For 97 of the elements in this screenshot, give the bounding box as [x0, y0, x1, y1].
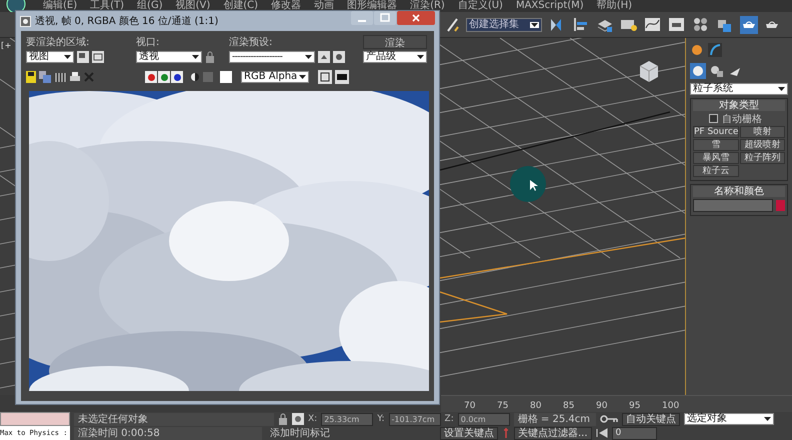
sphere-icon[interactable] — [690, 43, 704, 57]
material-editor-icon[interactable] — [692, 16, 710, 34]
transform-mode-icon[interactable] — [292, 413, 304, 425]
edit-region-icon[interactable] — [77, 51, 89, 63]
menu-item[interactable]: 修改器 — [271, 0, 302, 12]
listener-field[interactable] — [0, 412, 70, 426]
menu-item[interactable]: 视图(V) — [176, 0, 210, 12]
caret-icon — [417, 55, 424, 59]
grid-size-text: 栅格 = 25.4cm — [514, 412, 596, 426]
caret-icon — [64, 55, 71, 59]
object-button[interactable]: 喷射 — [740, 126, 785, 138]
object-button[interactable]: 粒子云 — [693, 165, 740, 177]
color-swatch[interactable] — [776, 200, 785, 211]
color-swatch[interactable] — [220, 71, 232, 83]
toggle-ui-icon[interactable] — [318, 70, 332, 84]
shapes-icon[interactable] — [710, 64, 724, 78]
area-dropdown[interactable]: 视图 — [26, 51, 74, 63]
object-button[interactable]: 雪 — [693, 139, 740, 151]
clone-window-icon[interactable] — [54, 71, 66, 83]
coordinate-field[interactable]: -101.37cm — [388, 412, 441, 426]
cursor-icon — [530, 180, 538, 191]
copy-image-icon[interactable] — [39, 71, 51, 83]
menu-item[interactable]: 帮助(H) — [596, 0, 632, 12]
checkbox-label: 自动栅格 — [722, 112, 762, 126]
save-image-icon[interactable] — [26, 71, 36, 83]
caret-icon — [764, 417, 771, 421]
caret-icon — [299, 75, 306, 79]
align-icon[interactable] — [572, 16, 590, 34]
field-label: 渲染预设: — [229, 36, 274, 49]
close-icon[interactable] — [397, 11, 435, 25]
render-time-text: 渲染时间 0:00:58 — [74, 426, 262, 440]
menu-item[interactable]: 创建(C) — [223, 0, 258, 12]
checkbox[interactable] — [709, 114, 718, 123]
lock-icon[interactable] — [278, 413, 288, 425]
quality-dropdown[interactable]: 产品级 — [363, 51, 427, 63]
coord-label: X: — [308, 414, 318, 424]
view-cube[interactable] — [640, 61, 658, 82]
frame-number: 85 — [563, 400, 576, 412]
lock-icon[interactable] — [205, 51, 215, 63]
caret-icon — [192, 55, 199, 59]
menu-item[interactable]: 编辑(E) — [43, 0, 78, 12]
preset-dropdown[interactable]: ------------------- — [229, 51, 315, 63]
auto-region-icon[interactable] — [92, 51, 104, 63]
geometry-icon[interactable] — [690, 63, 706, 79]
object-button[interactable]: 粒子阵列 — [740, 152, 785, 164]
rollout-header[interactable]: 名称和颜色 — [693, 186, 785, 197]
frame-number: 90 — [596, 400, 608, 412]
object-button[interactable]: 超级喷射 — [740, 139, 785, 151]
caret-icon — [305, 55, 312, 59]
menu-item[interactable]: 工具(T) — [90, 0, 124, 12]
coordinate-field[interactable]: 0.0cm — [458, 412, 510, 426]
viewport-dropdown[interactable]: 透视 — [136, 51, 202, 63]
schematic-icon[interactable] — [668, 16, 686, 34]
field-label: 视口: — [136, 36, 160, 49]
curve-editor-icon[interactable] — [644, 16, 662, 34]
caret-icon — [531, 22, 538, 26]
add-time-tag-button[interactable]: 添加时间标记 — [266, 426, 436, 440]
timeline-ruler[interactable]: 70 75 80 85 90 95 100 — [441, 395, 792, 412]
arc-icon[interactable] — [708, 43, 722, 57]
display-channel-dropdown[interactable]: RGB Alpha — [241, 71, 309, 83]
field-label: 要渲染的区域: — [26, 36, 90, 49]
render-button[interactable]: 渲染 — [363, 35, 427, 49]
print-icon[interactable] — [69, 71, 81, 83]
auto-key-button[interactable]: 自动关键点 — [622, 412, 680, 426]
coord-label: Y: — [377, 414, 385, 424]
alpha-channel-icon[interactable] — [190, 72, 200, 82]
frame-field[interactable]: 0 — [612, 426, 657, 440]
menu-item[interactable]: 图形编辑器 — [347, 0, 398, 12]
name-field[interactable] — [693, 199, 773, 212]
go-to-start-icon[interactable] — [596, 428, 608, 438]
window-title: 透视, 帧 0, RGBA 颜色 16 位/通道 (1:1) — [35, 14, 220, 28]
selection-set-dropdown[interactable]: 创建选择集 — [466, 18, 542, 32]
key-filters-button[interactable]: 关键点过滤器... — [514, 426, 592, 440]
load-preset-icon[interactable] — [318, 51, 330, 63]
caret-icon — [778, 87, 785, 91]
menu-item[interactable]: 动画 — [314, 0, 334, 12]
frame-number: 95 — [629, 400, 642, 412]
object-button[interactable]: PF Source — [693, 126, 740, 138]
viewport-label[interactable]: [ + — [1, 41, 10, 50]
coord-label: Z: — [444, 414, 454, 424]
frame-number: 75 — [497, 400, 510, 412]
rollout-header[interactable]: 对象类型 — [693, 100, 785, 111]
frame-number: 70 — [464, 400, 476, 412]
save-preset-icon[interactable] — [333, 51, 345, 63]
window-icon[interactable] — [20, 16, 31, 26]
menu-item[interactable]: MAXScript(M) — [516, 0, 584, 12]
set-key-button[interactable]: 设置关键点 — [440, 426, 498, 440]
category-dropdown[interactable]: 粒子系统 — [690, 83, 788, 95]
edit-selection-icon[interactable] — [446, 16, 460, 32]
object-button[interactable]: 暴风雪 — [693, 152, 740, 164]
menu-item[interactable]: 组(G) — [137, 0, 163, 12]
click-highlight — [510, 166, 546, 202]
key-mode-dropdown[interactable]: 选定对象 — [684, 413, 774, 425]
overlay-icon[interactable] — [335, 70, 349, 84]
frame-number: 80 — [530, 400, 542, 412]
key-icon[interactable] — [600, 413, 618, 425]
coordinate-field[interactable]: 25.33cm — [321, 412, 374, 426]
